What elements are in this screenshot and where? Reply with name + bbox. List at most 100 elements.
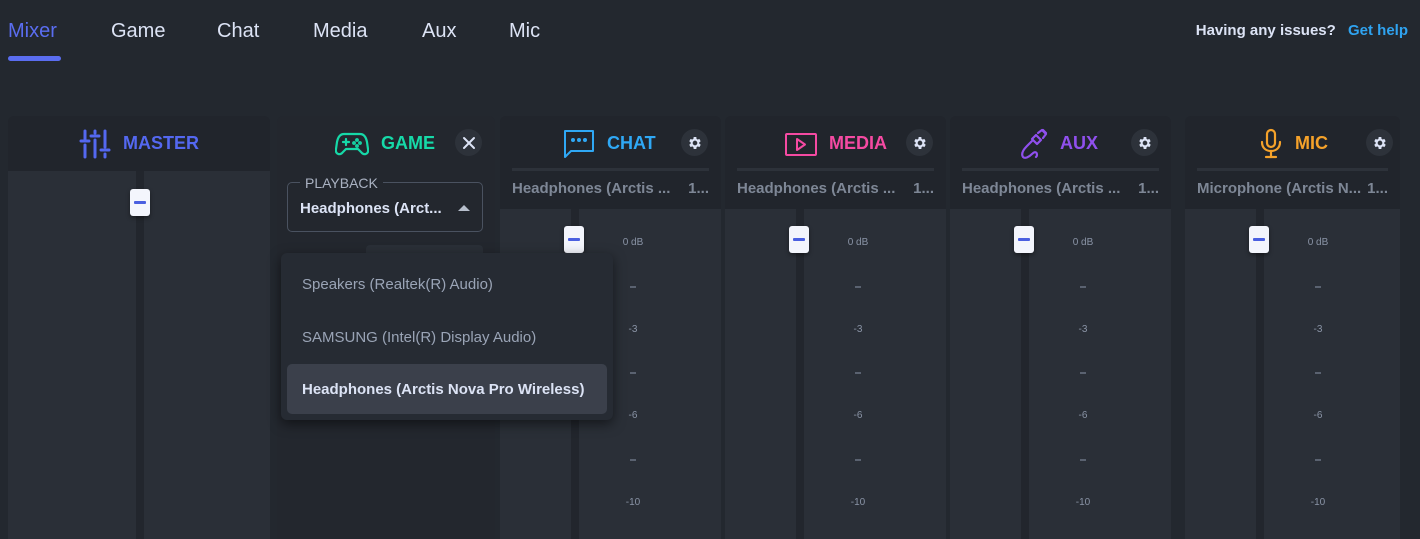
mic-fader-track[interactable] — [1256, 209, 1264, 539]
close-icon — [462, 136, 475, 149]
mic-separator — [1197, 168, 1388, 171]
mic-fader-area: 0 dB -3 -6 -10 — [1185, 209, 1400, 539]
gear-icon — [913, 136, 926, 149]
caret-up-icon — [458, 205, 470, 211]
dropdown-option[interactable]: Speakers (Realtek(R) Audio) — [287, 259, 607, 309]
playback-device-select[interactable]: PLAYBACK Headphones (Arct... — [287, 175, 483, 232]
get-help-link[interactable]: Get help — [1348, 22, 1408, 39]
audio-jack-icon — [1021, 128, 1048, 159]
tab-aux[interactable]: Aux — [422, 20, 456, 43]
aux-separator — [962, 168, 1159, 171]
scale-tick — [1080, 286, 1086, 288]
scale-tick — [1080, 459, 1086, 461]
scale-tick — [855, 459, 861, 461]
scale-tick — [630, 372, 636, 374]
gear-icon — [1373, 136, 1386, 149]
scale-label: -6 — [1313, 410, 1323, 421]
media-device-name: Headphones (Arctis ... — [737, 180, 896, 197]
scale-tick — [630, 459, 636, 461]
aux-device-suffix: 1... — [1138, 180, 1159, 197]
playback-label: PLAYBACK — [300, 175, 383, 191]
scale-label: -6 — [1078, 410, 1088, 421]
gamepad-icon — [335, 132, 369, 155]
media-fader-area: 0 dB -3 -6 -10 — [725, 209, 946, 539]
microphone-icon — [1260, 128, 1282, 158]
chat-title: CHAT — [607, 133, 656, 153]
help-section: Having any issues? Get help — [1196, 22, 1408, 39]
mic-device-name: Microphone (Arctis N... — [1197, 180, 1362, 197]
scale-tick — [1315, 286, 1321, 288]
scale-label: 0 dB — [622, 237, 644, 248]
master-panel: MASTER — [8, 116, 270, 539]
playback-dropdown-menu: Speakers (Realtek(R) Audio) SAMSUNG (Int… — [281, 253, 613, 420]
scale-label: -10 — [850, 497, 866, 508]
media-separator — [737, 168, 934, 171]
playback-value: Headphones (Arct... — [300, 200, 442, 217]
master-title: MASTER — [123, 133, 199, 153]
chat-device: Headphones (Arctis ... 1... — [512, 180, 709, 197]
master-fader-track[interactable] — [136, 171, 144, 539]
media-panel: MEDIA Headphones (Arctis ... 1... 0 dB -3… — [725, 116, 946, 539]
aux-fader-track[interactable] — [1021, 209, 1029, 539]
tab-game[interactable]: Game — [111, 20, 165, 43]
scale-tick — [1080, 372, 1086, 374]
media-title: MEDIA — [829, 133, 887, 153]
tab-mixer[interactable]: Mixer — [8, 20, 57, 43]
gear-icon — [1138, 136, 1151, 149]
play-icon — [785, 132, 817, 156]
scale-label: -3 — [853, 324, 863, 335]
chat-bubble-icon — [564, 129, 594, 158]
media-device-suffix: 1... — [913, 180, 934, 197]
chat-separator — [512, 168, 709, 171]
media-device: Headphones (Arctis ... 1... — [737, 180, 934, 197]
scale-label: -10 — [625, 497, 641, 508]
mic-panel: MIC Microphone (Arctis N... 1... 0 dB -3 … — [1185, 116, 1400, 539]
scale-tick — [1315, 459, 1321, 461]
chat-device-name: Headphones (Arctis ... — [512, 180, 671, 197]
scale-label: 0 dB — [1072, 237, 1094, 248]
aux-title: AUX — [1060, 133, 1099, 153]
game-title: GAME — [381, 133, 435, 153]
tab-chat[interactable]: Chat — [217, 20, 259, 43]
chat-settings-button[interactable] — [681, 129, 708, 156]
aux-fader-thumb[interactable] — [1014, 226, 1034, 253]
tab-media[interactable]: Media — [313, 20, 367, 43]
game-close-button[interactable] — [455, 129, 482, 156]
scale-label: -3 — [1078, 324, 1088, 335]
scale-label: -10 — [1310, 497, 1326, 508]
master-fader-thumb[interactable] — [130, 189, 150, 216]
scale-label: 0 dB — [847, 237, 869, 248]
scale-tick — [855, 372, 861, 374]
chat-fader-thumb[interactable] — [564, 226, 584, 253]
sliders-icon — [79, 129, 111, 158]
help-question: Having any issues? — [1195, 22, 1336, 39]
media-fader-thumb[interactable] — [789, 226, 809, 253]
mic-title: MIC — [1295, 133, 1328, 153]
mic-settings-button[interactable] — [1366, 129, 1393, 156]
dropdown-option-selected[interactable]: Headphones (Arctis Nova Pro Wireless) — [287, 364, 607, 414]
scale-label: -3 — [628, 324, 638, 335]
tab-mic[interactable]: Mic — [509, 20, 540, 43]
aux-fader-area: 0 dB -3 -6 -10 — [950, 209, 1171, 539]
aux-device: Headphones (Arctis ... 1... — [962, 180, 1159, 197]
top-nav: Mixer Game Chat Media Aux Mic Having any… — [0, 0, 1420, 70]
master-header: MASTER — [8, 116, 270, 171]
scale-label: -10 — [1075, 497, 1091, 508]
scale-tick — [630, 286, 636, 288]
mic-fader-thumb[interactable] — [1249, 226, 1269, 253]
scale-tick — [1315, 372, 1321, 374]
media-fader-track[interactable] — [796, 209, 804, 539]
aux-settings-button[interactable] — [1131, 129, 1158, 156]
master-fader-area — [8, 171, 270, 539]
scale-label: -6 — [628, 410, 638, 421]
scale-label: 0 dB — [1307, 237, 1329, 248]
scale-tick — [855, 286, 861, 288]
mic-device-suffix: 1... — [1367, 180, 1388, 197]
media-settings-button[interactable] — [906, 129, 933, 156]
aux-panel: AUX Headphones (Arctis ... 1... 0 dB -3 -… — [950, 116, 1171, 539]
dropdown-option[interactable]: SAMSUNG (Intel(R) Display Audio) — [287, 312, 607, 362]
gear-icon — [688, 136, 701, 149]
active-tab-indicator — [8, 56, 61, 61]
scale-label: -3 — [1313, 324, 1323, 335]
chat-device-suffix: 1... — [688, 180, 709, 197]
